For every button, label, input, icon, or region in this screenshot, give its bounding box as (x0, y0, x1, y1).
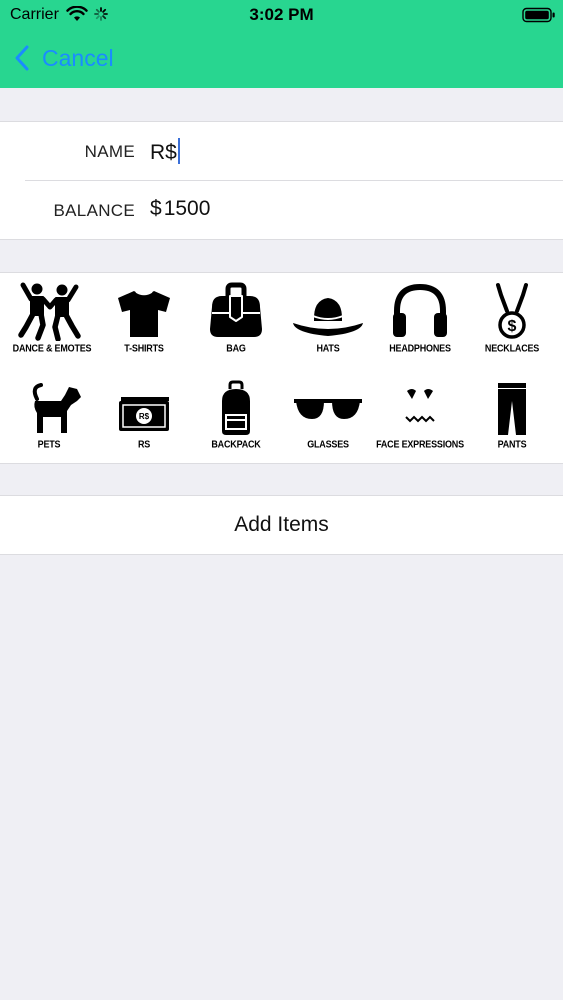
category-headphones[interactable]: HEADPHONES (373, 281, 467, 371)
text-caret (177, 138, 180, 164)
category-rs[interactable]: R$ RS (97, 377, 191, 467)
pet-icon (32, 383, 81, 433)
category-label: FACE EXPRESSIONS (376, 438, 464, 450)
tshirt-icon (118, 291, 170, 337)
battery-icon (522, 7, 555, 23)
face-icon (405, 389, 435, 423)
category-label: BACKPACK (211, 438, 261, 450)
money-icon: R$ (119, 397, 169, 431)
name-field[interactable]: R$ (150, 138, 180, 165)
backpack-icon (222, 380, 250, 435)
category-dance-emotes[interactable]: DANCE & EMOTES (5, 281, 99, 371)
account-form: NAME R$ BALANCE $1500 (0, 121, 563, 240)
necklace-icon: $ (496, 283, 528, 339)
balance-row: BALANCE $1500 (0, 181, 563, 240)
balance-field[interactable]: $1500 (150, 197, 210, 221)
balance-label: BALANCE (53, 201, 135, 220)
category-label: PETS (37, 438, 61, 450)
category-pants[interactable]: PANTS (465, 377, 559, 467)
bag-icon (210, 282, 262, 337)
category-label: DANCE & EMOTES (12, 342, 92, 354)
category-glasses[interactable]: GLASSES (281, 377, 375, 467)
category-necklaces[interactable]: $ NECKLACES (465, 281, 559, 371)
category-bag[interactable]: BAG (189, 281, 283, 371)
headphones-icon (393, 283, 447, 337)
glasses-icon (294, 399, 362, 419)
name-row: NAME R$ (0, 122, 563, 181)
category-face-expressions[interactable]: FACE EXPRESSIONS (373, 377, 467, 467)
currency-symbol: $ (150, 197, 162, 220)
dance-icon (18, 282, 81, 341)
name-value: R$ (150, 141, 177, 164)
status-bar: Carrier 3:02 PM (0, 0, 563, 30)
category-hats[interactable]: HATS (281, 281, 375, 371)
hat-icon (293, 298, 363, 336)
category-label: HATS (316, 342, 340, 354)
svg-text:R$: R$ (139, 412, 150, 421)
category-backpack[interactable]: BACKPACK (189, 377, 283, 467)
category-label: BAG (226, 342, 246, 354)
name-label: NAME (84, 142, 135, 161)
category-label: GLASSES (307, 438, 349, 450)
status-time: 3:02 PM (249, 5, 314, 24)
category-label: HEADPHONES (389, 342, 451, 354)
svg-text:$: $ (508, 318, 517, 335)
cancel-label: Cancel (42, 44, 114, 71)
cancel-button[interactable]: Cancel (14, 42, 114, 74)
add-items-button[interactable]: Add Items (0, 496, 563, 554)
add-items-card: Add Items (0, 495, 563, 555)
category-label: NECKLACES (484, 342, 540, 354)
category-pets[interactable]: PETS (2, 377, 96, 467)
balance-value: 1500 (163, 197, 211, 220)
nav-bar: Cancel (0, 30, 563, 88)
chevron-left-icon (15, 45, 29, 71)
category-t-shirts[interactable]: T-SHIRTS (97, 281, 191, 371)
category-label: RS (137, 438, 151, 450)
category-label: T-SHIRTS (124, 342, 164, 354)
category-grid: DANCE & EMOTES T-SHIRTS BAG HATS HEADPHO… (0, 272, 563, 464)
pants-icon (498, 383, 526, 435)
category-label: PANTS (497, 438, 527, 450)
